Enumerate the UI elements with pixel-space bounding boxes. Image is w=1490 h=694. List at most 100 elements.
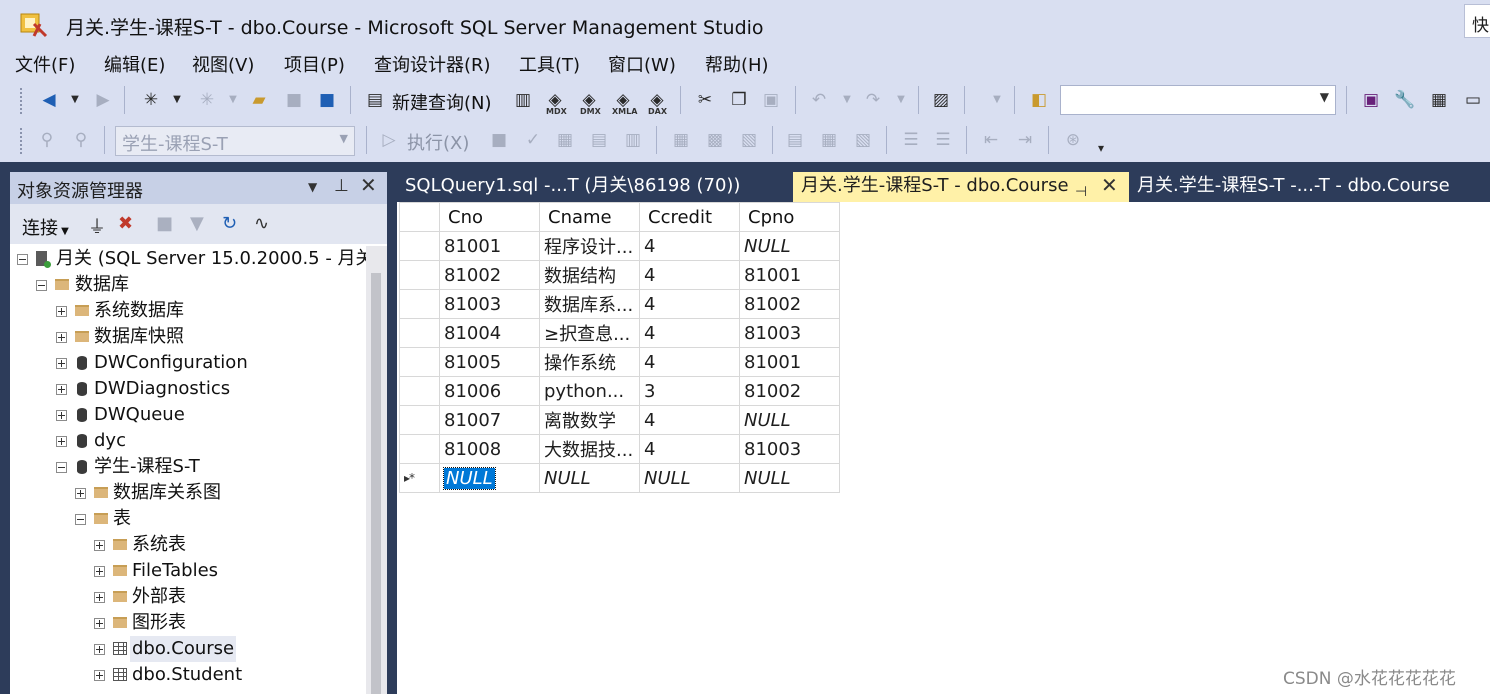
filter-icon[interactable]: ▼ xyxy=(190,213,204,234)
parse-check-icon[interactable]: ✓ xyxy=(522,128,544,152)
row-header[interactable] xyxy=(399,347,440,377)
expand-icon[interactable] xyxy=(56,384,67,395)
cell-cno[interactable]: 81006 xyxy=(439,376,540,406)
cell-cno-new[interactable]: NULL xyxy=(439,463,540,493)
cell-cno[interactable]: 81005 xyxy=(439,347,540,377)
expand-icon[interactable] xyxy=(56,332,67,343)
add-derived-table-icon[interactable]: ▦ xyxy=(818,128,840,152)
add-item-icon[interactable]: ✳ xyxy=(196,88,218,112)
column-header-cname[interactable]: Cname xyxy=(539,202,640,232)
tree-node-dwqueue[interactable]: DWQueue xyxy=(56,402,366,428)
undo-dropdown-icon[interactable]: ▼ xyxy=(836,88,858,112)
change-connection-icon[interactable]: ⚲ xyxy=(70,128,92,152)
toolbox-icon[interactable]: ▦ xyxy=(1428,88,1450,112)
stop-icon[interactable]: ■ xyxy=(488,128,510,152)
new-project-dropdown-icon[interactable]: ▼ xyxy=(166,88,188,112)
show-sql-icon[interactable]: ▥ xyxy=(622,128,644,152)
show-results-icon[interactable]: ▦ xyxy=(670,128,692,152)
close-icon[interactable]: ✕ xyxy=(360,173,377,197)
open-file-icon[interactable]: ▰ xyxy=(248,88,270,112)
tree-node-system-tables[interactable]: 系统表 xyxy=(94,532,366,558)
cell-cpno[interactable]: 81001 xyxy=(739,260,840,290)
cell-ccredit[interactable]: 4 xyxy=(639,231,740,261)
cell-cpno[interactable]: NULL xyxy=(739,405,840,435)
tree-node-dwconfiguration[interactable]: DWConfiguration xyxy=(56,350,366,376)
cell-cpno[interactable]: 81003 xyxy=(739,318,840,348)
cell-ccredit-new[interactable]: NULL xyxy=(639,463,740,493)
command-window-icon[interactable]: ▭ xyxy=(1462,88,1484,112)
window-position-dropdown-icon[interactable]: ▼ xyxy=(308,180,317,194)
collapse-icon[interactable] xyxy=(75,514,86,525)
cell-ccredit[interactable]: 4 xyxy=(639,318,740,348)
database-engine-query-icon[interactable]: ▥ xyxy=(512,88,534,112)
expand-icon[interactable] xyxy=(94,540,105,551)
tab-course-other[interactable]: 月关.学生-课程S-T -...-T - dbo.Course xyxy=(1129,172,1490,202)
row-header[interactable] xyxy=(399,289,440,319)
collapse-icon[interactable] xyxy=(17,254,28,265)
column-header-cno[interactable]: Cno xyxy=(439,202,540,232)
cell-ccredit[interactable]: 4 xyxy=(639,347,740,377)
cell-cname[interactable]: 程序设计... xyxy=(539,231,640,261)
cell-cpno-new[interactable]: NULL xyxy=(739,463,840,493)
redo-icon[interactable]: ↷ xyxy=(862,88,884,112)
tree-node-filetables[interactable]: FileTables xyxy=(94,558,366,584)
menu-edit[interactable]: 编辑(E) xyxy=(104,51,165,77)
add-item-dropdown-icon[interactable]: ▼ xyxy=(222,88,244,112)
tree-node-database-diagrams[interactable]: 数据库关系图 xyxy=(75,480,366,506)
expand-icon[interactable] xyxy=(56,410,67,421)
refresh-icon[interactable]: ↻ xyxy=(222,213,237,234)
cell-cname[interactable]: 数据结构 xyxy=(539,260,640,290)
paste-icon[interactable]: ▣ xyxy=(760,88,782,112)
toolbar-overflow-icon[interactable]: ▾ xyxy=(1090,136,1112,160)
expand-icon[interactable] xyxy=(94,670,105,681)
solution-config-dropdown-icon[interactable]: ▼ xyxy=(986,88,1008,112)
cell-cno[interactable]: 81008 xyxy=(439,434,540,464)
tree-node-databases[interactable]: 数据库 xyxy=(36,272,366,298)
tree-node-server[interactable]: 月关 (SQL Server 15.0.2000.5 - 月关\ xyxy=(17,246,366,272)
add-table-icon[interactable]: ▤ xyxy=(784,128,806,152)
collapse-icon[interactable] xyxy=(56,462,67,473)
find-in-files-icon[interactable]: ◧ xyxy=(1028,88,1050,112)
chevron-down-icon[interactable]: ▼ xyxy=(1320,90,1329,104)
cell-cname[interactable]: 大数据技... xyxy=(539,434,640,464)
cell-cname[interactable]: ≥択查息... xyxy=(539,318,640,348)
collapse-icon[interactable] xyxy=(36,280,47,291)
specify-values-icon[interactable]: ⊛ xyxy=(1062,128,1084,152)
expand-icon[interactable] xyxy=(94,592,105,603)
cut-icon[interactable]: ✂ xyxy=(694,88,716,112)
column-header-cpno[interactable]: Cpno xyxy=(739,202,840,232)
tree-node-dwdiagnostics[interactable]: DWDiagnostics xyxy=(56,376,366,402)
tree-vertical-scrollbar[interactable] xyxy=(366,246,387,694)
expand-icon[interactable] xyxy=(94,566,105,577)
disconnect-icon[interactable]: ✖ xyxy=(118,213,133,234)
expand-icon[interactable] xyxy=(75,488,86,499)
column-header-ccredit[interactable]: Ccredit xyxy=(639,202,740,232)
comment-icon[interactable]: ☰ xyxy=(900,128,922,152)
connect-icon[interactable]: ⚲ xyxy=(36,128,58,152)
cell-cpno[interactable]: 81002 xyxy=(739,289,840,319)
cell-ccredit[interactable]: 4 xyxy=(639,289,740,319)
toolbar-grip[interactable] xyxy=(20,88,24,114)
cell-ccredit[interactable]: 4 xyxy=(639,434,740,464)
cell-cno[interactable]: 81002 xyxy=(439,260,540,290)
activity-monitor-icon[interactable]: ∿ xyxy=(254,213,269,234)
find-combo[interactable]: ▼ xyxy=(1060,85,1336,115)
row-header[interactable] xyxy=(399,376,440,406)
tree-node-external-tables[interactable]: 外部表 xyxy=(94,584,366,610)
toolbar-grip[interactable] xyxy=(20,128,24,154)
tree-node-system-databases[interactable]: 系统数据库 xyxy=(56,298,366,324)
new-row-marker[interactable]: ▸* xyxy=(399,463,440,493)
cell-ccredit[interactable]: 4 xyxy=(639,405,740,435)
tree-node-dbo-student[interactable]: dbo.Student xyxy=(94,662,366,688)
cell-cname[interactable]: 操作系统 xyxy=(539,347,640,377)
connect-dropdown-button[interactable]: 连接 ▼ xyxy=(22,214,69,240)
expand-icon[interactable] xyxy=(56,306,67,317)
tab-sqlquery1[interactable]: SQLQuery1.sql -...T (月关\86198 (70)) xyxy=(397,172,793,202)
copy-icon[interactable]: ❐ xyxy=(728,88,750,112)
execute-button[interactable]: 执行(X) xyxy=(407,129,469,155)
chevron-down-icon[interactable]: ▼ xyxy=(340,132,348,145)
tree-node-database-snapshots[interactable]: 数据库快照 xyxy=(56,324,366,350)
cell-cpno[interactable]: 81003 xyxy=(739,434,840,464)
expand-icon[interactable] xyxy=(94,644,105,655)
forward-icon[interactable]: ▶ xyxy=(92,88,114,112)
